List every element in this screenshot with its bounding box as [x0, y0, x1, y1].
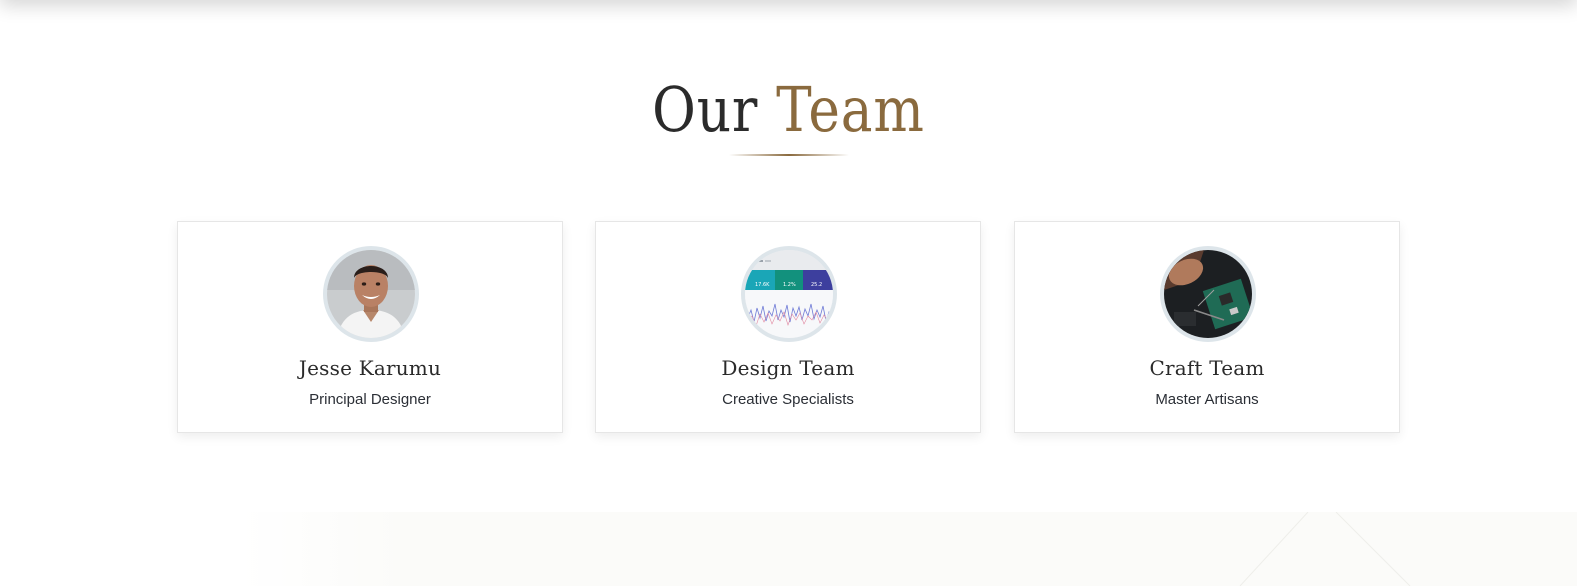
- title-underline: [729, 154, 849, 156]
- circuit-board-photo: [1164, 250, 1252, 338]
- portrait-photo: [327, 250, 415, 338]
- background-decoration: [240, 512, 1577, 586]
- section-title: Our Team: [110, 72, 1466, 148]
- avatar: 17.6K 1.2% 25.2: [741, 246, 837, 342]
- title-word-team: Team: [776, 73, 925, 146]
- avatar: [323, 246, 419, 342]
- member-name: Craft Team: [1149, 356, 1265, 380]
- stat-value: 25.2: [811, 282, 822, 288]
- stat-value: 17.6K: [755, 282, 770, 288]
- analytics-dashboard-photo: 17.6K 1.2% 25.2: [745, 250, 833, 338]
- member-role: Master Artisans: [1155, 391, 1259, 408]
- team-card: 17.6K 1.2% 25.2 Design Team Creative Spe…: [595, 221, 981, 433]
- member-role: Principal Designer: [309, 391, 431, 408]
- stat-value: 1.2%: [783, 282, 796, 288]
- team-card: Craft Team Master Artisans: [1014, 221, 1400, 433]
- member-name: Design Team: [721, 356, 855, 380]
- title-word-our: Our: [652, 73, 759, 146]
- member-name: Jesse Karumu: [298, 356, 442, 380]
- team-cards: Jesse Karumu Principal Designer 17.6K 1.…: [177, 221, 1401, 433]
- avatar: [1160, 246, 1256, 342]
- team-card: Jesse Karumu Principal Designer: [177, 221, 563, 433]
- member-role: Creative Specialists: [722, 391, 854, 408]
